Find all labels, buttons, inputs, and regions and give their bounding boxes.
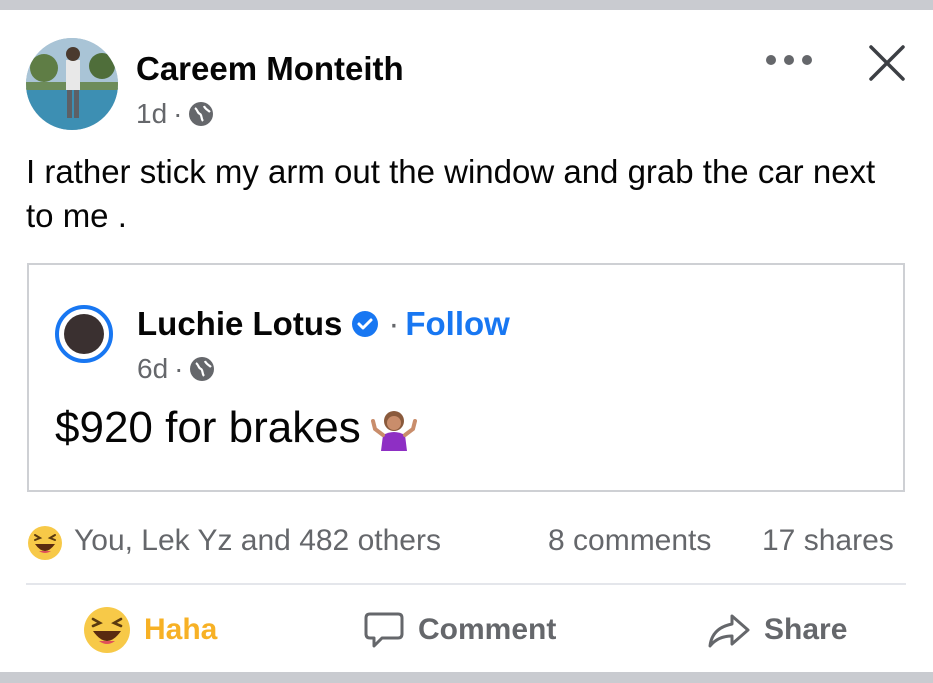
author-name[interactable]: Careem Monteith bbox=[136, 50, 404, 88]
share-arrow-icon bbox=[708, 614, 750, 648]
post-time[interactable]: 1d bbox=[136, 98, 167, 130]
globe-icon bbox=[188, 101, 214, 127]
more-options-icon[interactable] bbox=[766, 48, 812, 72]
shares-count[interactable]: 17 shares bbox=[762, 524, 894, 558]
share-label: Share bbox=[764, 613, 848, 646]
haha-button[interactable]: Haha bbox=[82, 602, 217, 658]
divider bbox=[26, 583, 906, 585]
shared-header: Luchie Lotus · Follow bbox=[137, 305, 510, 343]
shared-time[interactable]: 6d bbox=[137, 353, 168, 385]
meta-separator: · bbox=[173, 98, 183, 129]
follow-button[interactable]: Follow bbox=[405, 305, 509, 343]
globe-icon bbox=[189, 356, 215, 382]
shrug-emoji-icon bbox=[370, 405, 417, 451]
shared-text-row: $920 for brakes bbox=[55, 403, 417, 453]
shared-meta: 6d · bbox=[137, 353, 215, 385]
shared-post-card[interactable]: Luchie Lotus · Follow 6d · $920 for brak… bbox=[27, 263, 905, 492]
haha-emoji-icon[interactable] bbox=[26, 524, 64, 562]
haha-label: Haha bbox=[144, 613, 218, 646]
reactions-summary: You, Lek Yz and 482 others 8 comments 17… bbox=[26, 520, 906, 564]
shared-author-avatar[interactable] bbox=[55, 305, 113, 363]
close-icon[interactable] bbox=[866, 42, 908, 84]
shared-post-text: $920 for brakes bbox=[55, 403, 361, 452]
comment-label: Comment bbox=[418, 613, 557, 646]
post-meta: 1d · bbox=[136, 98, 214, 130]
author-avatar[interactable] bbox=[26, 38, 118, 130]
shared-meta-separator: · bbox=[174, 353, 184, 384]
share-button[interactable]: Share bbox=[706, 602, 847, 658]
comment-bubble-icon bbox=[364, 612, 404, 648]
follow-separator: · bbox=[388, 305, 400, 342]
verified-badge-icon bbox=[350, 309, 380, 339]
haha-emoji-icon bbox=[84, 607, 130, 653]
reaction-summary-text[interactable]: You, Lek Yz and 482 others bbox=[74, 524, 441, 558]
comment-button[interactable]: Comment bbox=[362, 602, 556, 658]
bottom-border bbox=[0, 672, 933, 683]
post-text: I rather stick my arm out the window and… bbox=[26, 153, 876, 234]
top-border bbox=[0, 0, 933, 10]
comments-count[interactable]: 8 comments bbox=[548, 524, 711, 558]
shared-author-name[interactable]: Luchie Lotus bbox=[137, 305, 342, 343]
